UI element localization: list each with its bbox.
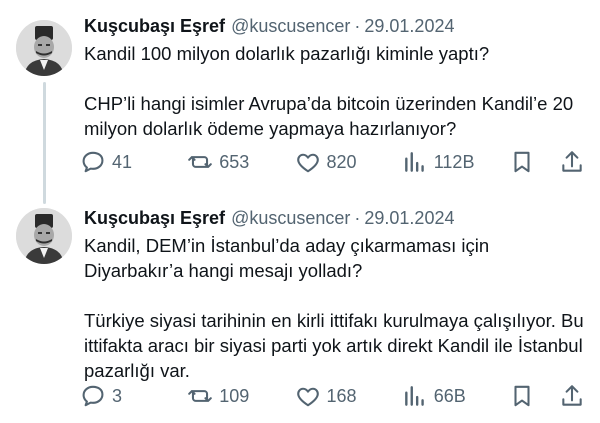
views-count: 66B [433, 385, 466, 406]
views-icon [402, 383, 428, 409]
thread-connector-line [43, 82, 46, 204]
like-count: 820 [326, 151, 357, 172]
share-icon[interactable] [559, 149, 585, 175]
author-handle[interactable]: @kuscusencer [231, 206, 350, 230]
views-button[interactable]: 112B [402, 149, 494, 175]
reply-button[interactable]: 3 [80, 383, 172, 409]
post-date[interactable]: 29.01.2024 [364, 206, 454, 230]
avatar[interactable] [16, 208, 72, 264]
repost-icon [187, 149, 213, 175]
repost-button[interactable]: 109 [187, 383, 279, 409]
avatar[interactable] [16, 20, 72, 76]
share-icon[interactable] [559, 383, 585, 409]
author-name[interactable]: Kuşcubaşı Eşref [84, 206, 225, 230]
header-separator: · [354, 208, 361, 228]
reply-icon [80, 383, 106, 409]
like-icon [295, 149, 321, 175]
action-bar: 3 109 168 66B [80, 382, 585, 410]
tweet-text: Kandil 100 milyon dolarlık pazarlığı kim… [84, 43, 574, 139]
action-bar: 41 653 820 112B [80, 148, 585, 176]
repost-icon [187, 383, 213, 409]
repost-count: 653 [219, 151, 250, 172]
avatar-portrait-image [16, 208, 72, 264]
author-handle[interactable]: @kuscusencer [231, 14, 350, 38]
repost-count: 109 [219, 385, 250, 406]
avatar-portrait-image [16, 20, 72, 76]
views-count: 112B [433, 151, 475, 172]
like-button[interactable]: 820 [295, 149, 387, 175]
views-icon [402, 149, 428, 175]
like-count: 168 [326, 385, 357, 406]
bookmark-icon[interactable] [509, 383, 535, 409]
like-icon [295, 383, 321, 409]
views-button[interactable]: 66B [402, 383, 494, 409]
post-date[interactable]: 29.01.2024 [364, 14, 454, 38]
header-separator: · [354, 16, 361, 36]
reply-count: 3 [112, 385, 123, 406]
reply-count: 41 [112, 151, 133, 172]
repost-button[interactable]: 653 [187, 149, 279, 175]
author-name[interactable]: Kuşcubaşı Eşref [84, 14, 225, 38]
bookmark-icon[interactable] [509, 149, 535, 175]
tweet-text: Kandil, DEM’in İstanbul’da aday çıkarmam… [84, 235, 584, 381]
reply-button[interactable]: 41 [80, 149, 172, 175]
reply-icon [80, 149, 106, 175]
like-button[interactable]: 168 [295, 383, 387, 409]
